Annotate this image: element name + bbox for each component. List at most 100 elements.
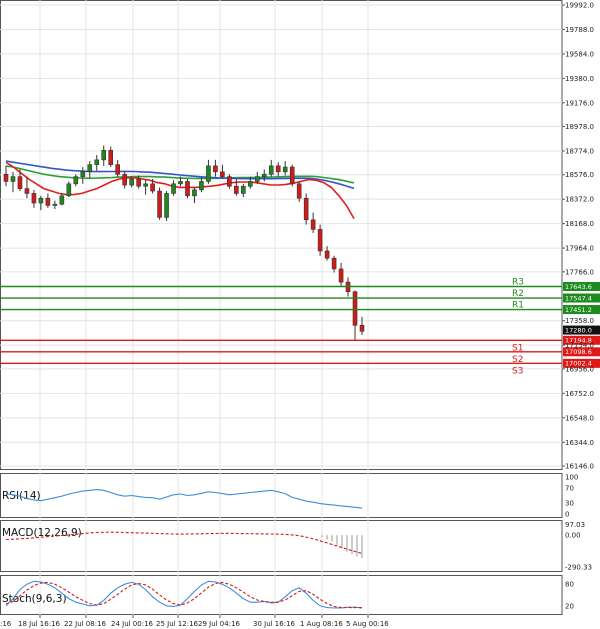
candle-body bbox=[38, 197, 44, 204]
stoch-tick-label: 20 bbox=[565, 602, 574, 610]
candle-body bbox=[45, 197, 51, 206]
candle-body bbox=[199, 181, 204, 191]
moving-averages bbox=[5, 160, 355, 219]
grid bbox=[0, 0, 562, 615]
price-tick-label: 18372.0 bbox=[565, 196, 594, 204]
level-name-r3: R3 bbox=[512, 277, 524, 287]
candle-body bbox=[185, 181, 190, 197]
candle-body bbox=[331, 257, 337, 270]
candle-body bbox=[94, 159, 100, 165]
panel-frame-main bbox=[0, 0, 563, 470]
rsi-tick-label: 0 bbox=[565, 511, 569, 519]
level-name-r1: R1 bbox=[512, 301, 524, 311]
level-value-r1: 17451.2 bbox=[565, 306, 592, 314]
price-tick-label: 18978.0 bbox=[565, 123, 594, 131]
candle-body bbox=[254, 176, 260, 182]
candle-body bbox=[80, 171, 86, 177]
candle-body bbox=[31, 193, 37, 204]
level-name-r2: R2 bbox=[512, 289, 524, 299]
price-tick-label: 18774.0 bbox=[565, 147, 594, 155]
candle-body bbox=[275, 165, 281, 173]
price-tick-label: 19380.0 bbox=[565, 75, 594, 83]
macd-tick-label: -290.33 bbox=[565, 563, 592, 571]
price-tick-label: 19176.0 bbox=[565, 99, 594, 107]
candle-body bbox=[59, 195, 65, 205]
candle-body bbox=[324, 250, 330, 259]
macd-tick-label: 0.00 bbox=[565, 532, 581, 540]
candle-body bbox=[261, 173, 267, 177]
time-tick-label: 30 Jul 16:16 bbox=[253, 620, 296, 628]
candle-body bbox=[143, 183, 148, 187]
price-tick-label: 19788.0 bbox=[565, 26, 594, 34]
price-tick-label: 16752.0 bbox=[565, 390, 594, 398]
level-name-s3: S3 bbox=[512, 366, 523, 376]
current-price-label: 17280.0 bbox=[565, 326, 592, 334]
price-tick-label: 16548.0 bbox=[565, 414, 594, 422]
macd-tick-label: 97.03 bbox=[565, 521, 585, 529]
candle-body bbox=[66, 183, 72, 197]
candle-body bbox=[73, 176, 79, 185]
candle-body bbox=[338, 268, 344, 283]
panel-frame-macd bbox=[0, 520, 563, 572]
time-tick-label: 24 Jul 00:16 bbox=[111, 620, 154, 628]
candle-body bbox=[248, 181, 253, 187]
candle-body bbox=[310, 219, 316, 230]
pivot-levels: R3 17643.6R2 17547.4R1 17451.2S117194.8S217… bbox=[0, 277, 600, 376]
candle-body bbox=[3, 173, 9, 182]
level-value-r2: 17547.4 bbox=[565, 294, 592, 302]
price-tick-label: 16344.0 bbox=[565, 439, 594, 447]
candle-body bbox=[227, 176, 232, 187]
time-tick-label: 18 Jul 16:16 bbox=[18, 620, 61, 628]
candle-body bbox=[157, 190, 162, 218]
candle-body bbox=[108, 149, 114, 165]
time-axis: :16 18 Jul 16:16 22 Jul 08:16 24 Jul 00:16 2… bbox=[0, 615, 389, 628]
price-tick-label: 17766.0 bbox=[565, 268, 594, 276]
candle-body bbox=[129, 178, 134, 186]
candle-body bbox=[52, 203, 58, 206]
candle-body bbox=[282, 166, 288, 173]
price-tick-label: 19992.0 bbox=[565, 2, 594, 10]
time-tick-label-partial: :16 bbox=[0, 620, 12, 628]
panel-frames bbox=[0, 0, 563, 615]
rsi-tick-label: 30 bbox=[565, 499, 574, 507]
candle-body bbox=[87, 164, 93, 173]
candle-body bbox=[206, 165, 211, 182]
candle-body bbox=[220, 171, 225, 177]
panel-frame-stoch bbox=[0, 575, 563, 615]
candle-body bbox=[171, 183, 176, 194]
time-tick-label: 22 Jul 08:16 bbox=[64, 620, 107, 628]
candle-body bbox=[234, 185, 239, 194]
time-tick-label: 1 Aug 08:16 bbox=[300, 620, 343, 628]
candle-body bbox=[24, 188, 30, 194]
price-tick-label: 16956.0 bbox=[565, 365, 594, 373]
price-tick-label: 18576.0 bbox=[565, 171, 594, 179]
price-axis: 19992.0 19788.0 19584.0 19380.0 19176.0 18978… bbox=[562, 2, 594, 471]
candle-body bbox=[17, 176, 23, 189]
rsi-line bbox=[5, 489, 363, 509]
level-value-r3: 17643.6 bbox=[565, 283, 592, 291]
candle-body bbox=[268, 165, 274, 175]
time-tick-label: 29 Jul 04:16 bbox=[198, 620, 241, 628]
candle-body bbox=[10, 176, 16, 182]
moving-average-line bbox=[5, 161, 355, 219]
candle-body bbox=[178, 181, 183, 185]
rsi-tick-label: 100 bbox=[565, 474, 578, 482]
rsi-tick-label: 70 bbox=[565, 485, 574, 493]
candle-body bbox=[241, 185, 246, 194]
price-tick-label: 17154.0 bbox=[565, 342, 594, 350]
price-tick-label: 18168.0 bbox=[565, 220, 594, 228]
stoch-tick-label: 80 bbox=[565, 581, 574, 589]
rsi-panel: RSI(14)10070300 bbox=[2, 474, 578, 519]
candle-body bbox=[164, 193, 169, 218]
price-tick-label: 17358.0 bbox=[565, 317, 594, 325]
candle-body bbox=[352, 291, 358, 326]
price-tick-label: 19584.0 bbox=[565, 50, 594, 58]
time-tick-label: 25 Jul 12:16 bbox=[156, 620, 199, 628]
candle-body bbox=[115, 164, 120, 175]
candle-body bbox=[150, 183, 155, 192]
candle-body bbox=[213, 165, 218, 173]
candle-body bbox=[359, 324, 365, 332]
candle-body bbox=[289, 166, 295, 185]
stoch-panel: Stoch(9,6,3) 80 20 bbox=[2, 581, 574, 611]
price-tick-label: 17964.0 bbox=[565, 245, 594, 253]
